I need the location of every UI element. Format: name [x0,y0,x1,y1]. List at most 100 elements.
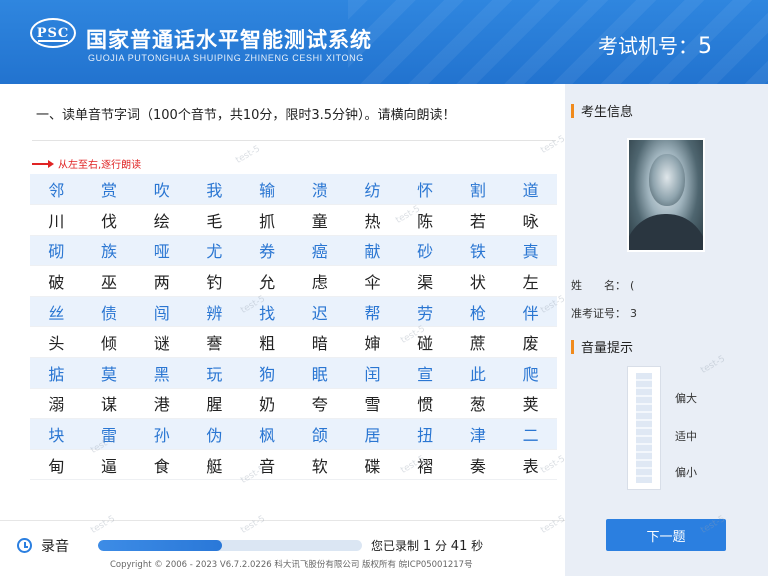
grid-character: 孙 [135,418,189,450]
grid-character: 宣 [398,357,452,389]
candidate-info-label: 考生信息 [581,105,634,120]
grid-character: 艇 [188,449,241,481]
grid-character: 逼 [82,449,136,481]
grid-character: 倾 [82,326,136,359]
record-label: 录音 [41,539,69,555]
logo-text: PSC [36,25,70,41]
grid-character: 道 [504,174,557,206]
grid-row: 掂莫黑玩狗眠闰宣此爬 [30,357,557,389]
grid-character: 碟 [346,449,399,481]
grid-character: 枪 [451,296,505,328]
grid-character: 劳 [398,296,452,328]
grid-character: 此 [451,357,505,389]
grid-character: 謇 [188,326,241,359]
next-question-button[interactable]: 下一题 [606,519,726,551]
candidate-id-value: 3 [630,307,637,320]
grid-character: 狗 [240,357,294,389]
reading-direction: 从左至右,逐行朗读 [32,156,141,171]
grid-character: 纺 [346,174,399,206]
grid-row: 甸逼食艇音软碟褶奏表 [30,449,557,481]
candidate-name-label: 姓 名： [571,279,626,292]
grid-character: 居 [346,418,399,450]
copyright-text: Copyright © 2006 - 2023 V6.7.2.0226 科大讯飞… [110,560,473,570]
grid-character: 玩 [188,357,241,389]
grid-character: 黑 [135,357,189,389]
grid-character: 伐 [82,204,136,236]
app-subtitle: GUOJIA PUTONGHUA SHUIPING ZHINENG CESHI … [88,53,364,63]
grid-character: 港 [135,388,189,420]
instruction-text: 一、读单音节字词（100个音节，共10分，限时3.5分钟）。请横向朗读！ [36,108,456,123]
grid-character: 溃 [293,174,347,206]
grid-character: 渠 [398,265,452,297]
grid-character: 奏 [451,449,505,481]
character-grid: 邻赏吹我输溃纺怀割道川伐绘毛抓童热陈若咏砌族哑尤券癌献砂铁真破巫两钓允虑伞渠状左… [30,174,557,481]
record-seconds-unit: 秒 [471,539,484,553]
grid-character: 毛 [188,204,241,236]
grid-character: 掂 [30,357,83,389]
grid-character: 输 [240,174,294,206]
grid-character: 绘 [135,204,189,236]
grid-character: 尤 [188,235,241,267]
volume-low-label: 偏小 [675,466,697,479]
grid-character: 闯 [135,296,189,328]
recording-progress-bar [98,540,362,551]
photo-head [649,154,685,206]
grid-character: 若 [451,204,505,236]
clock-icon [17,538,32,553]
grid-character: 惯 [398,388,452,420]
grid-row: 溺谋港腥奶夸雪惯葱荚 [30,388,557,420]
grid-character: 两 [135,265,189,297]
grid-character: 童 [293,204,347,236]
grid-character: 允 [240,265,294,297]
grid-character: 我 [188,174,241,206]
exam-number: 考试机号：5 [598,30,712,59]
grid-character: 迟 [293,296,347,328]
grid-character: 蔗 [451,326,505,359]
grid-character: 咏 [504,204,557,236]
volume-mid-label: 适中 [675,430,697,443]
app-title: 国家普通话水平智能测试系统 [86,28,372,52]
photo-shoulders [629,214,703,250]
grid-character: 块 [30,418,83,450]
grid-character: 表 [504,449,557,481]
candidate-info-title: 考生信息 [571,101,633,120]
candidate-id-label: 准考证号： [571,307,626,320]
grid-character: 雪 [346,388,399,420]
exam-number-label: 考试机号： [598,34,698,58]
grid-character: 夸 [293,388,347,420]
grid-character: 真 [504,235,557,267]
grid-character: 雷 [82,418,136,450]
psc-logo: PSC [30,18,76,48]
grid-character: 甸 [30,449,83,481]
candidate-id-row: 准考证号： 3 [571,305,637,321]
grid-character: 赏 [82,174,136,206]
grid-character: 音 [240,449,294,481]
exam-number-value: 5 [698,34,712,59]
grid-character: 软 [293,449,347,481]
divider [32,140,556,141]
grid-character: 奶 [240,388,294,420]
grid-character: 破 [30,265,83,297]
grid-character: 辨 [188,296,241,328]
grid-character: 川 [30,204,83,236]
record-status-prefix: 您已录制 [371,539,420,553]
grid-character: 怀 [398,174,452,206]
grid-character: 抓 [240,204,294,236]
grid-character: 券 [240,235,294,267]
grid-character: 暗 [293,326,347,359]
record-minutes: 1 [422,539,432,554]
grid-character: 二 [504,418,557,450]
section-marker [571,339,574,354]
grid-character: 陈 [398,204,452,236]
grid-character: 荚 [504,388,557,420]
grid-character: 碰 [398,326,452,359]
grid-character: 津 [451,418,505,450]
grid-character: 吹 [135,174,189,206]
grid-character: 钓 [188,265,241,297]
grid-character: 族 [82,235,136,267]
grid-character: 褶 [398,449,452,481]
grid-character: 废 [504,326,557,359]
grid-character: 腥 [188,388,241,420]
sidebar: 考生信息 姓 名： ( 准考证号： 3 音量提示 偏大 适中 偏小 [565,84,768,520]
grid-character: 砂 [398,235,452,267]
